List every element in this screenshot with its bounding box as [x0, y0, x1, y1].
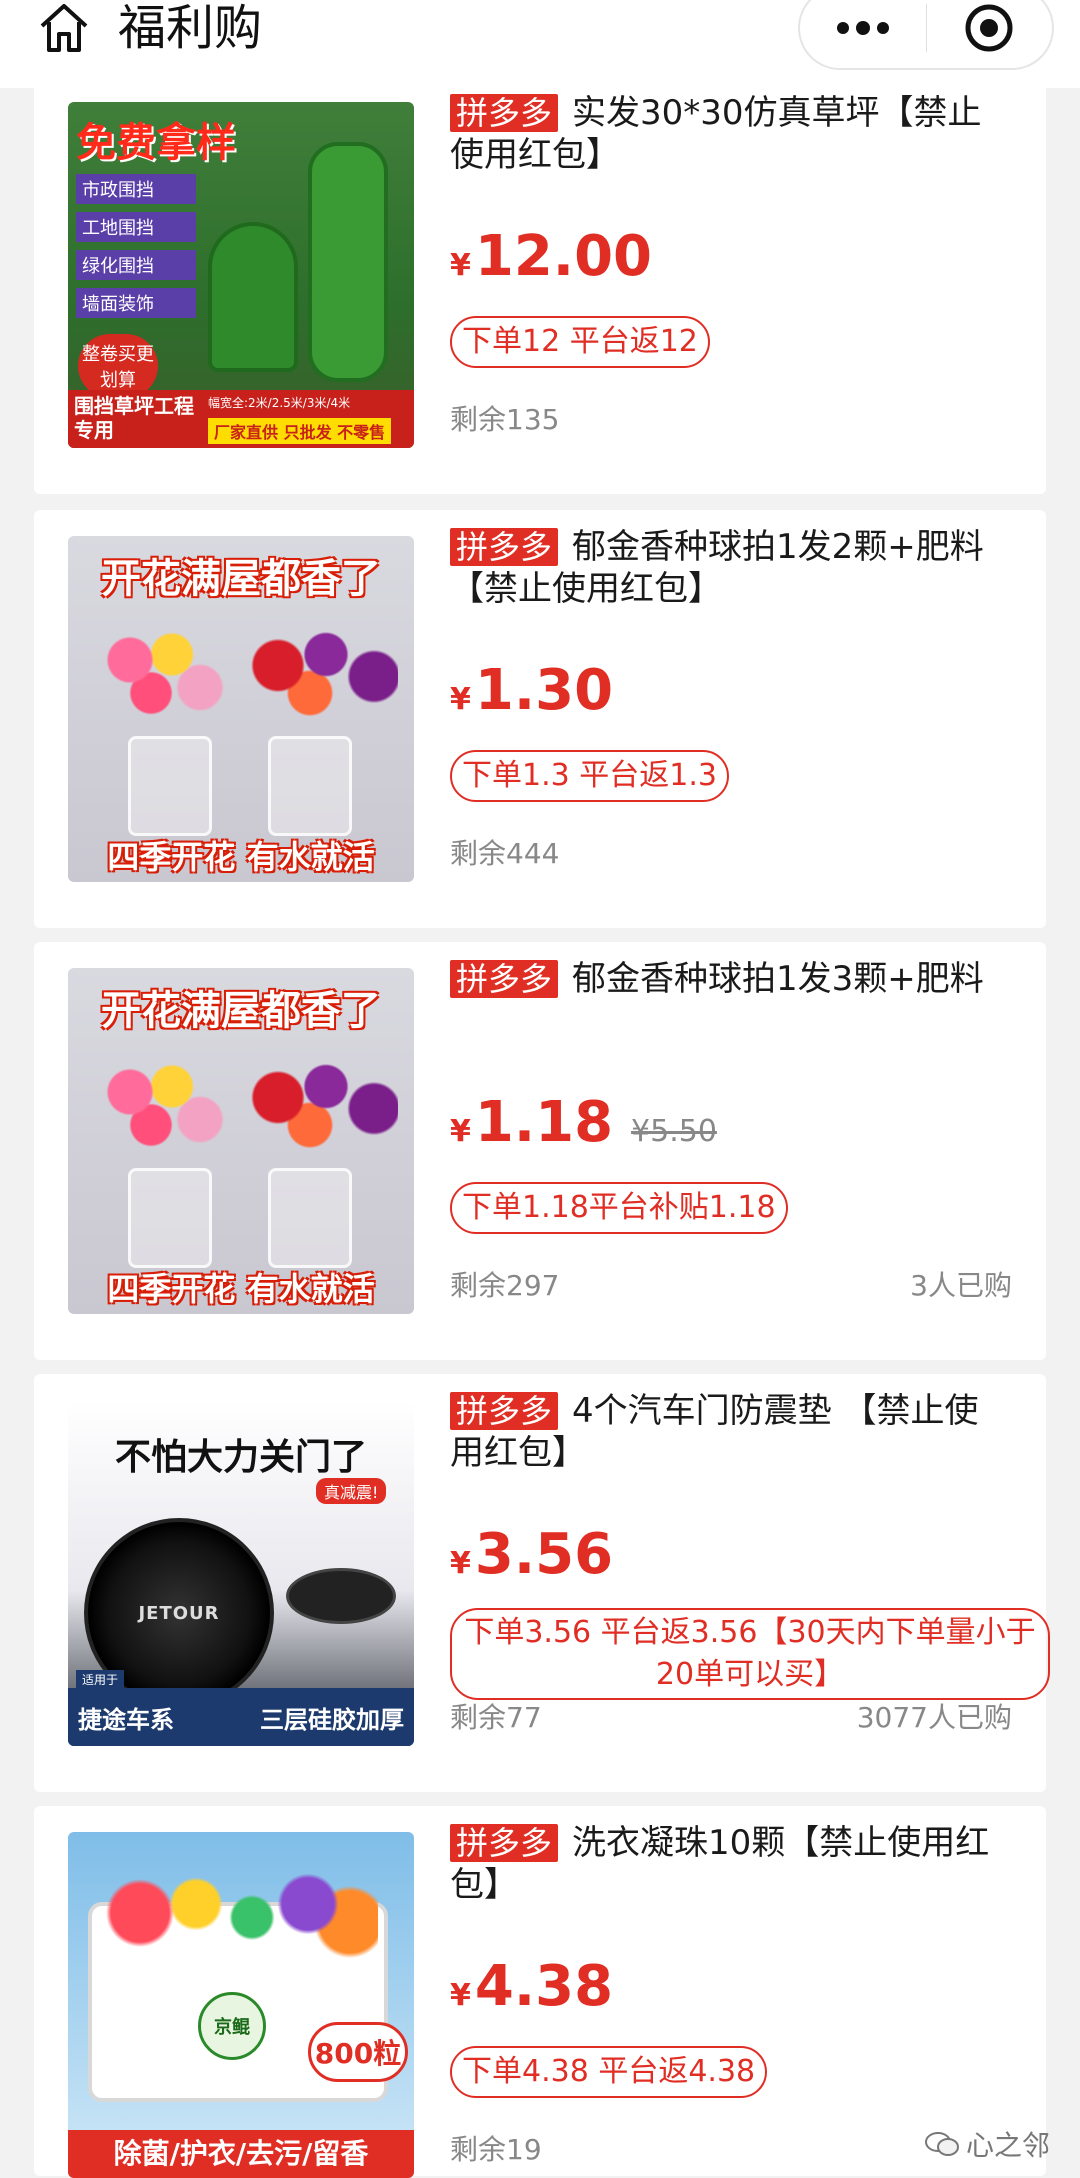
currency-symbol: ¥: [450, 1546, 471, 1581]
door-pad-shape: [286, 1568, 396, 1624]
rebate-badge: 下单1.18平台补贴1.18: [450, 1182, 788, 1234]
product-title[interactable]: 拼多多 实发30*30仿真草坪【禁止使用红包】: [450, 92, 1012, 176]
glass-vase: [128, 1168, 212, 1268]
rebate-badge: 下单3.56 平台返3.56【30天内下单量小于20单可以买】: [450, 1608, 1050, 1700]
product-title[interactable]: 拼多多 洗衣凝珠10颗【禁止使用红包】: [450, 1822, 1012, 1906]
glass-vase: [268, 736, 352, 836]
currency-symbol: ¥: [450, 1978, 471, 2013]
tulip-bouquet: [88, 1048, 228, 1158]
platform-badge: 拼多多: [450, 960, 559, 998]
image-caption: 三层硅胶加厚: [260, 1706, 404, 1734]
rebate-badge: 下单4.38 平台返4.38: [450, 2046, 768, 2098]
bought-count: 3人已购: [910, 1269, 1012, 1302]
stock-text: 剩余19: [450, 2133, 542, 2166]
image-tag: 工地围挡: [76, 212, 196, 242]
product-image: 开花满屋都香了 四季开花 有水就活: [68, 968, 414, 1314]
watermark-text: 心之邻: [965, 2129, 1050, 2162]
price: 3.56: [474, 1522, 614, 1587]
image-banner-text: 不怕大力关门了: [114, 1437, 367, 1478]
product-card[interactable]: 开花满屋都香了 四季开花 有水就活 拼多多 郁金香种球拍1发2颗+肥料【禁止使用红…: [34, 510, 1046, 928]
image-badge: 整卷买更划算: [78, 334, 158, 398]
platform-badge: 拼多多: [450, 1824, 559, 1862]
price-row: ¥ 1.18 ¥5.50: [450, 1090, 717, 1155]
glass-vase: [268, 1168, 352, 1268]
product-card[interactable]: 开花满屋都香了 四季开花 有水就活 拼多多 郁金香种球拍1发3颗+肥料 ¥ 1.1…: [34, 942, 1046, 1360]
page-title: 福利购: [118, 0, 263, 56]
image-tag: 市政围挡: [76, 174, 196, 204]
product-title-text: 郁金香种球拍1发3颗+肥料: [572, 959, 984, 999]
grass-roll-shape: [208, 222, 298, 372]
stock-text: 剩余444: [450, 837, 560, 870]
product-image: 免费拿样 市政围挡 工地围挡 绿化围挡 墙面装饰 整卷买更划算 围挡草坪工程专用…: [68, 102, 414, 448]
image-count: 800粒: [308, 2022, 408, 2082]
price: 12.00: [474, 224, 653, 289]
stock-text: 剩余77: [450, 1701, 542, 1734]
image-caption: 捷途车系: [78, 1706, 174, 1734]
top-bar: 福利购: [0, 0, 1080, 88]
image-caption: 四季开花 有水就活: [107, 838, 375, 876]
laundry-pods: [98, 1868, 378, 1958]
image-caption: 除菌/护衣/去污/留香: [68, 2130, 414, 2178]
product-image: 开花满屋都香了 四季开花 有水就活: [68, 536, 414, 882]
image-banner-text: 免费拿样: [76, 120, 236, 166]
price: 1.30: [474, 658, 614, 723]
home-icon[interactable]: [36, 0, 92, 56]
image-tag: 墙面装饰: [76, 288, 196, 318]
currency-symbol: ¥: [450, 1114, 471, 1149]
product-image: 京鲲 800粒 除菌/护衣/去污/留香: [68, 1832, 414, 2178]
image-tag: 适用于: [76, 1670, 125, 1689]
price-row: ¥ 1.30: [450, 658, 613, 723]
image-banner-text: 开花满屋都香了: [101, 556, 381, 602]
tulip-bouquet: [238, 616, 398, 726]
price-row: ¥ 4.38: [450, 1954, 613, 2019]
tulip-bouquet: [88, 616, 228, 726]
product-title[interactable]: 拼多多 郁金香种球拍1发2颗+肥料【禁止使用红包】: [450, 526, 1012, 610]
more-dots-icon[interactable]: [800, 0, 926, 68]
image-sub: 真减震!: [316, 1478, 387, 1504]
stock-text: 剩余135: [450, 403, 560, 436]
price-row: ¥ 3.56: [450, 1522, 613, 1587]
price: 1.18: [474, 1090, 614, 1155]
watermark: 心之邻: [924, 2124, 1050, 2164]
image-banner-text: 开花满屋都香了: [101, 988, 381, 1034]
currency-symbol: ¥: [450, 682, 471, 717]
price: 4.38: [474, 1954, 614, 2019]
mini-program-capsule: [798, 0, 1054, 70]
bought-count: 3077人已购: [856, 1701, 1012, 1734]
image-caption: 四季开花 有水就活: [107, 1270, 375, 1308]
image-footer: 厂家直供 只批发 不零售: [208, 418, 392, 444]
product-card[interactable]: 不怕大力关门了 真减震! JETOUR 适用于 捷途车系 三层硅胶加厚 拼多多 4…: [34, 1374, 1050, 1792]
product-card[interactable]: 免费拿样 市政围挡 工地围挡 绿化围挡 墙面装饰 整卷买更划算 围挡草坪工程专用…: [34, 76, 1046, 494]
currency-symbol: ¥: [450, 248, 471, 283]
glass-vase: [128, 736, 212, 836]
image-spec: 幅宽全:2米/2.5米/3米/4米: [208, 396, 351, 410]
price-row: ¥ 12.00: [450, 224, 652, 289]
grass-roll-shape: [308, 142, 388, 382]
product-card[interactable]: 京鲲 800粒 除菌/护衣/去污/留香 拼多多 洗衣凝珠10颗【禁止使用红包】 ¥…: [34, 1806, 1046, 2178]
product-image: 不怕大力关门了 真减震! JETOUR 适用于 捷途车系 三层硅胶加厚: [68, 1400, 414, 1746]
target-icon[interactable]: [926, 0, 1052, 68]
platform-badge: 拼多多: [450, 94, 559, 132]
image-tag: 绿化围挡: [76, 250, 196, 280]
tulip-bouquet: [238, 1048, 398, 1158]
wechat-icon: [924, 2130, 960, 2158]
product-title[interactable]: 拼多多 郁金香种球拍1发3颗+肥料: [450, 958, 1012, 1000]
image-brand: 京鲲: [198, 1992, 266, 2060]
rebate-badge: 下单12 平台返12: [450, 316, 710, 368]
platform-badge: 拼多多: [450, 1392, 559, 1430]
image-caption: 围挡草坪工程专用: [74, 394, 194, 442]
stock-text: 剩余297: [450, 1269, 560, 1302]
platform-badge: 拼多多: [450, 528, 559, 566]
product-title[interactable]: 拼多多 4个汽车门防震垫 【禁止使用红包】: [450, 1390, 1012, 1474]
original-price: ¥5.50: [631, 1114, 717, 1149]
rebate-badge: 下单1.3 平台返1.3: [450, 750, 729, 802]
